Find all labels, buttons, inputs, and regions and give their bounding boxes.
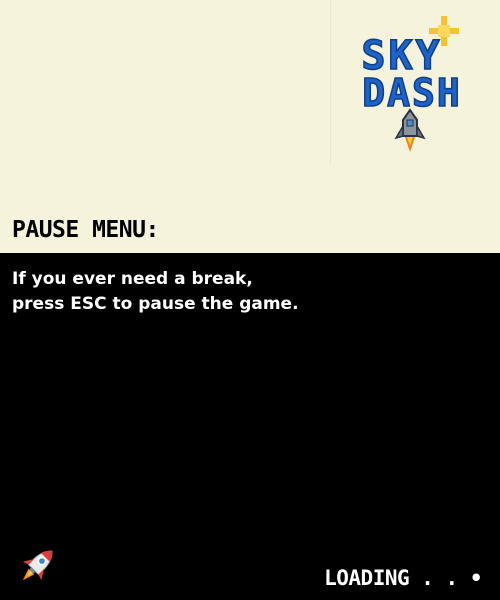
pause-menu-heading: PAUSE MENU:: [12, 217, 159, 243]
rocket-icon: [22, 550, 53, 581]
pause-tip-line-2: press ESC to pause the game.: [12, 294, 299, 314]
loading-label: LOADING . . •: [324, 566, 482, 590]
loading-screen: SKY DASH PAUSE MENU: If you ever need a …: [0, 0, 500, 600]
sky-dash-logo: SKY DASH: [361, 16, 462, 152]
logo-line2: DASH: [362, 71, 462, 115]
pause-tip-line-1: If you ever need a break,: [12, 269, 253, 289]
rocket-icon: [394, 108, 426, 152]
panel-divider: [330, 0, 331, 165]
top-panel: SKY DASH PAUSE MENU:: [0, 0, 500, 253]
pause-tip: If you ever need a break, press ESC to p…: [12, 267, 482, 317]
bottom-panel: If you ever need a break, press ESC to p…: [0, 253, 500, 600]
